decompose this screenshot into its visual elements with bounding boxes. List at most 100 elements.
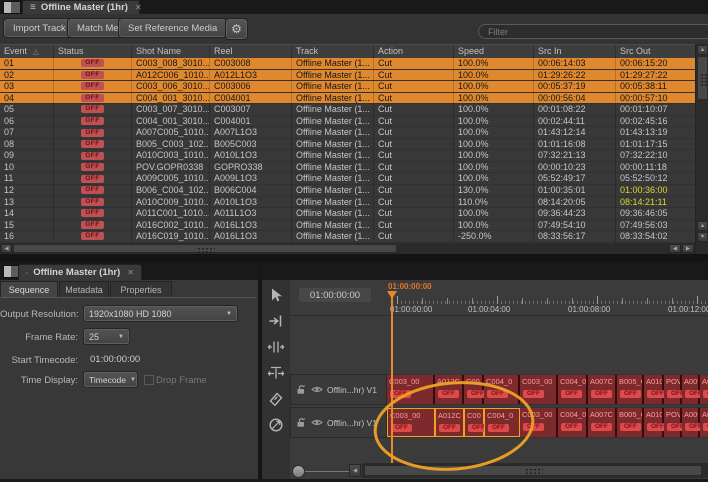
table-row[interactable]: 13OFFA010C009_1010...A010L1O3Offline Mas… (0, 197, 695, 209)
import-track-button[interactable]: Import Track (4, 19, 75, 37)
column-header-event[interactable]: Event△ (0, 45, 53, 58)
set-reference-media-button[interactable]: Set Reference Media (119, 19, 226, 37)
tab-sequence[interactable]: Sequence (0, 281, 58, 298)
gear-icon[interactable]: ⚙ (226, 19, 247, 39)
scroll-up-icon[interactable]: ▲ (697, 45, 708, 55)
playhead-marker[interactable] (387, 291, 397, 299)
table-row[interactable]: 10OFFPOV.GOPR0338GOPRO338Offline Master … (0, 162, 695, 174)
drop-frame-checkbox[interactable] (144, 375, 154, 385)
tab-offline-master-bottom[interactable]: Offline Master (1hr) ✕ (18, 264, 142, 280)
timeline-clip[interactable]: A007COFF (588, 408, 617, 437)
output-resolution-select[interactable]: 1920x1080 HD 1080 ▼ (84, 306, 237, 321)
table-row[interactable]: 15OFFA016C002_1010...A016L1O3Offline Mas… (0, 220, 695, 232)
table-row[interactable]: 09OFFA010C003_1010...A010L1O3Offline Mas… (0, 150, 695, 162)
eye-icon[interactable] (311, 385, 323, 394)
column-header-action[interactable]: Action (373, 45, 453, 58)
pointer-tool-icon[interactable] (265, 284, 287, 306)
timeline-clip[interactable]: C003_00OFF (387, 408, 435, 437)
scroll-up2-icon[interactable]: ▲ (697, 221, 708, 231)
table-row[interactable]: 03OFFC003_006_3010...C003006Offline Mast… (0, 81, 695, 93)
time-display-select[interactable]: Timecode ▼ (84, 372, 137, 387)
playhead-line[interactable] (391, 291, 393, 463)
hscroll-thumb[interactable] (13, 244, 397, 253)
timeline-hscrollbar[interactable] (362, 463, 708, 478)
timeline-clip[interactable]: C003_00OFF (387, 375, 435, 404)
table-row[interactable]: 08OFFB005_C003_102...B005C003Offline Mas… (0, 139, 695, 151)
timeline-clip[interactable]: POVOFF (664, 408, 682, 437)
column-header-track[interactable]: Track (291, 45, 373, 58)
table-row[interactable]: 07OFFA007C005_1010...A007L1O3Offline Mas… (0, 127, 695, 139)
timeline-clip[interactable]: A0OFF (700, 408, 708, 437)
timeline-clip[interactable]: C004_0OFF (558, 408, 588, 437)
column-header-speed[interactable]: Speed (453, 45, 533, 58)
close-tab-icon[interactable]: ✕ (135, 3, 142, 12)
timeline-clip[interactable]: C004_0OFF (558, 375, 588, 404)
eye-icon[interactable] (311, 418, 323, 427)
insert-edit-tool-icon[interactable] (265, 310, 287, 332)
timeline-clip[interactable]: B005_COFF (617, 408, 644, 437)
zoom-slider-knob[interactable] (292, 465, 305, 478)
scroll-left-icon[interactable]: ◀ (1, 244, 12, 253)
zoom-slider-track[interactable] (305, 471, 349, 472)
pane-corner-icon[interactable] (3, 1, 21, 14)
table-row[interactable]: 05OFFC003_007_3010...C003007Offline Mast… (0, 104, 695, 116)
timeline-clip[interactable]: C003_00OFF (520, 375, 558, 404)
status-badge: OFF (81, 129, 104, 137)
timeline-clip[interactable]: A010OFF (644, 375, 664, 404)
sync-tool-icon[interactable] (265, 414, 287, 436)
timeline-clip[interactable]: A010OFF (644, 408, 664, 437)
cell-speed: 100.0% (453, 173, 533, 184)
status-badge: OFF (81, 232, 104, 240)
timeline-ruler[interactable] (397, 296, 708, 304)
lock-icon[interactable] (296, 417, 307, 428)
table-vscrollbar[interactable]: ▲ ▲ ▼ (695, 44, 708, 254)
column-header-src-in[interactable]: Src In (533, 45, 615, 58)
timeline-clip[interactable]: C004_0OFF (484, 408, 520, 437)
timeline-clip[interactable]: A012COFF (435, 375, 464, 404)
razor-tool-icon[interactable] (265, 388, 287, 410)
scroll-down-icon[interactable]: ▼ (697, 232, 708, 242)
slip-slide-tool-icon[interactable] (265, 362, 287, 384)
table-row[interactable]: 16OFFA016C019_1010...A016L1O3Offline Mas… (0, 231, 695, 243)
table-row[interactable]: 04OFFC004_001_3010...C004001Offline Mast… (0, 93, 695, 105)
table-row[interactable]: 02OFFA012C006_1010...A012L1O3Offline Mas… (0, 70, 695, 82)
table-row[interactable]: 14OFFA011C001_1010...A011L1O3Offline Mas… (0, 208, 695, 220)
tab-properties[interactable]: Properties (110, 281, 172, 298)
filter-input[interactable] (478, 24, 708, 39)
frame-rate-select[interactable]: 25 ▼ (84, 329, 129, 344)
timeline-hscroll-thumb[interactable] (364, 465, 702, 476)
timeline-clip[interactable]: C00OFF (464, 408, 484, 437)
timeline-clip[interactable]: A007COFF (588, 375, 617, 404)
timeline-scroll-left-icon[interactable]: ◀ (349, 464, 361, 477)
lock-icon[interactable] (296, 384, 307, 395)
column-header-reel[interactable]: Reel (209, 45, 291, 58)
scroll-left2-icon[interactable]: ◀ (669, 244, 681, 253)
track-header[interactable]: Offlin...hr) V1 (290, 374, 387, 405)
column-header-shot-name[interactable]: Shot Name (131, 45, 209, 58)
tab-offline-master-top[interactable]: ≡ Offline Master (1hr) ✕ (22, 0, 140, 14)
close-tab-bottom-icon[interactable]: ✕ (127, 268, 134, 277)
cell-event: 03 (0, 81, 53, 92)
column-header-src-out[interactable]: Src Out (615, 45, 695, 58)
timeline-clip[interactable]: C004_0OFF (484, 375, 520, 404)
vscroll-thumb[interactable] (697, 56, 708, 100)
timeline-clip[interactable]: B005_COFF (617, 375, 644, 404)
table-row[interactable]: 01OFFC003_008_3010...C003008Offline Mast… (0, 58, 695, 70)
table-row[interactable]: 11OFFA009C005_1010...A009L1O3Offline Mas… (0, 173, 695, 185)
table-hscrollbar[interactable]: ◀ ◀ ▶ (0, 243, 695, 254)
table-row[interactable]: 12OFFB006_C004_102...B006C004Offline Mas… (0, 185, 695, 197)
timeline-clip[interactable]: C003_00OFF (520, 408, 558, 437)
timeline-clip[interactable]: A009OFF (682, 375, 700, 404)
timeline-clip[interactable]: A012COFF (435, 408, 464, 437)
column-header-status[interactable]: Status (53, 45, 131, 58)
timeline-clip[interactable]: A009OFF (682, 408, 700, 437)
timeline-clip[interactable]: A0OFF (700, 375, 708, 404)
tab-metadata[interactable]: Metadata (59, 281, 109, 298)
start-timecode-value[interactable]: 01:00:00:00 (90, 353, 140, 366)
scroll-right-icon[interactable]: ▶ (682, 244, 694, 253)
trim-tool-icon[interactable] (265, 336, 287, 358)
timeline-clip[interactable]: POVOFF (664, 375, 682, 404)
timeline-clip[interactable]: C00OFF (464, 375, 484, 404)
track-header[interactable]: Offlin...hr) V1 (290, 407, 387, 438)
table-row[interactable]: 06OFFC004_001_3010...C004001Offline Mast… (0, 116, 695, 128)
